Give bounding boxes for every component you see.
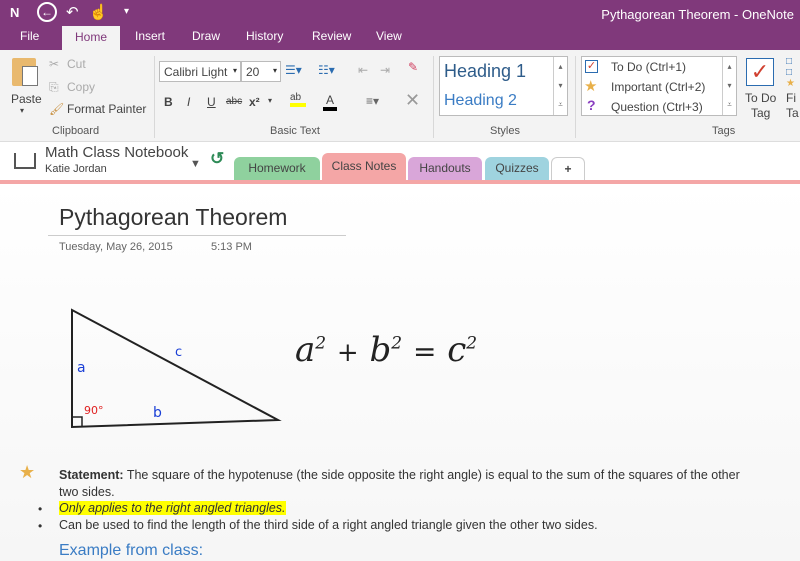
eq-a: a [295, 330, 316, 370]
eq-exp: 2 [466, 333, 478, 354]
right-angle-mark [72, 416, 83, 427]
side-label-c: c [175, 345, 183, 360]
angle-label: 90° [84, 404, 104, 417]
bullet-item[interactable]: Only applies to the right angled triangl… [59, 501, 286, 515]
eq-equals: = [412, 335, 437, 368]
bullet-item[interactable]: Can be used to find the length of the th… [59, 518, 779, 532]
eq-exp: 2 [391, 333, 403, 354]
eq-b: b [369, 330, 392, 370]
example-heading[interactable]: Example from class: [59, 542, 203, 560]
statement-label: Statement: [59, 468, 124, 482]
statement-paragraph[interactable]: Statement: The square of the hypotenuse … [59, 467, 759, 501]
eq-plus: + [336, 338, 359, 368]
statement-text: The square of the hypotenuse (the side o… [59, 468, 740, 499]
bullet-icon: • [38, 502, 43, 516]
eq-exp: 2 [315, 333, 327, 354]
important-star-icon: ★ [19, 462, 36, 482]
eq-c: c [447, 330, 467, 370]
side-label-b: b [153, 405, 162, 421]
side-label-a: a [77, 360, 86, 376]
handwritten-equation: a2 + b2 = c2 [295, 330, 477, 370]
bullet-icon: • [38, 519, 43, 533]
